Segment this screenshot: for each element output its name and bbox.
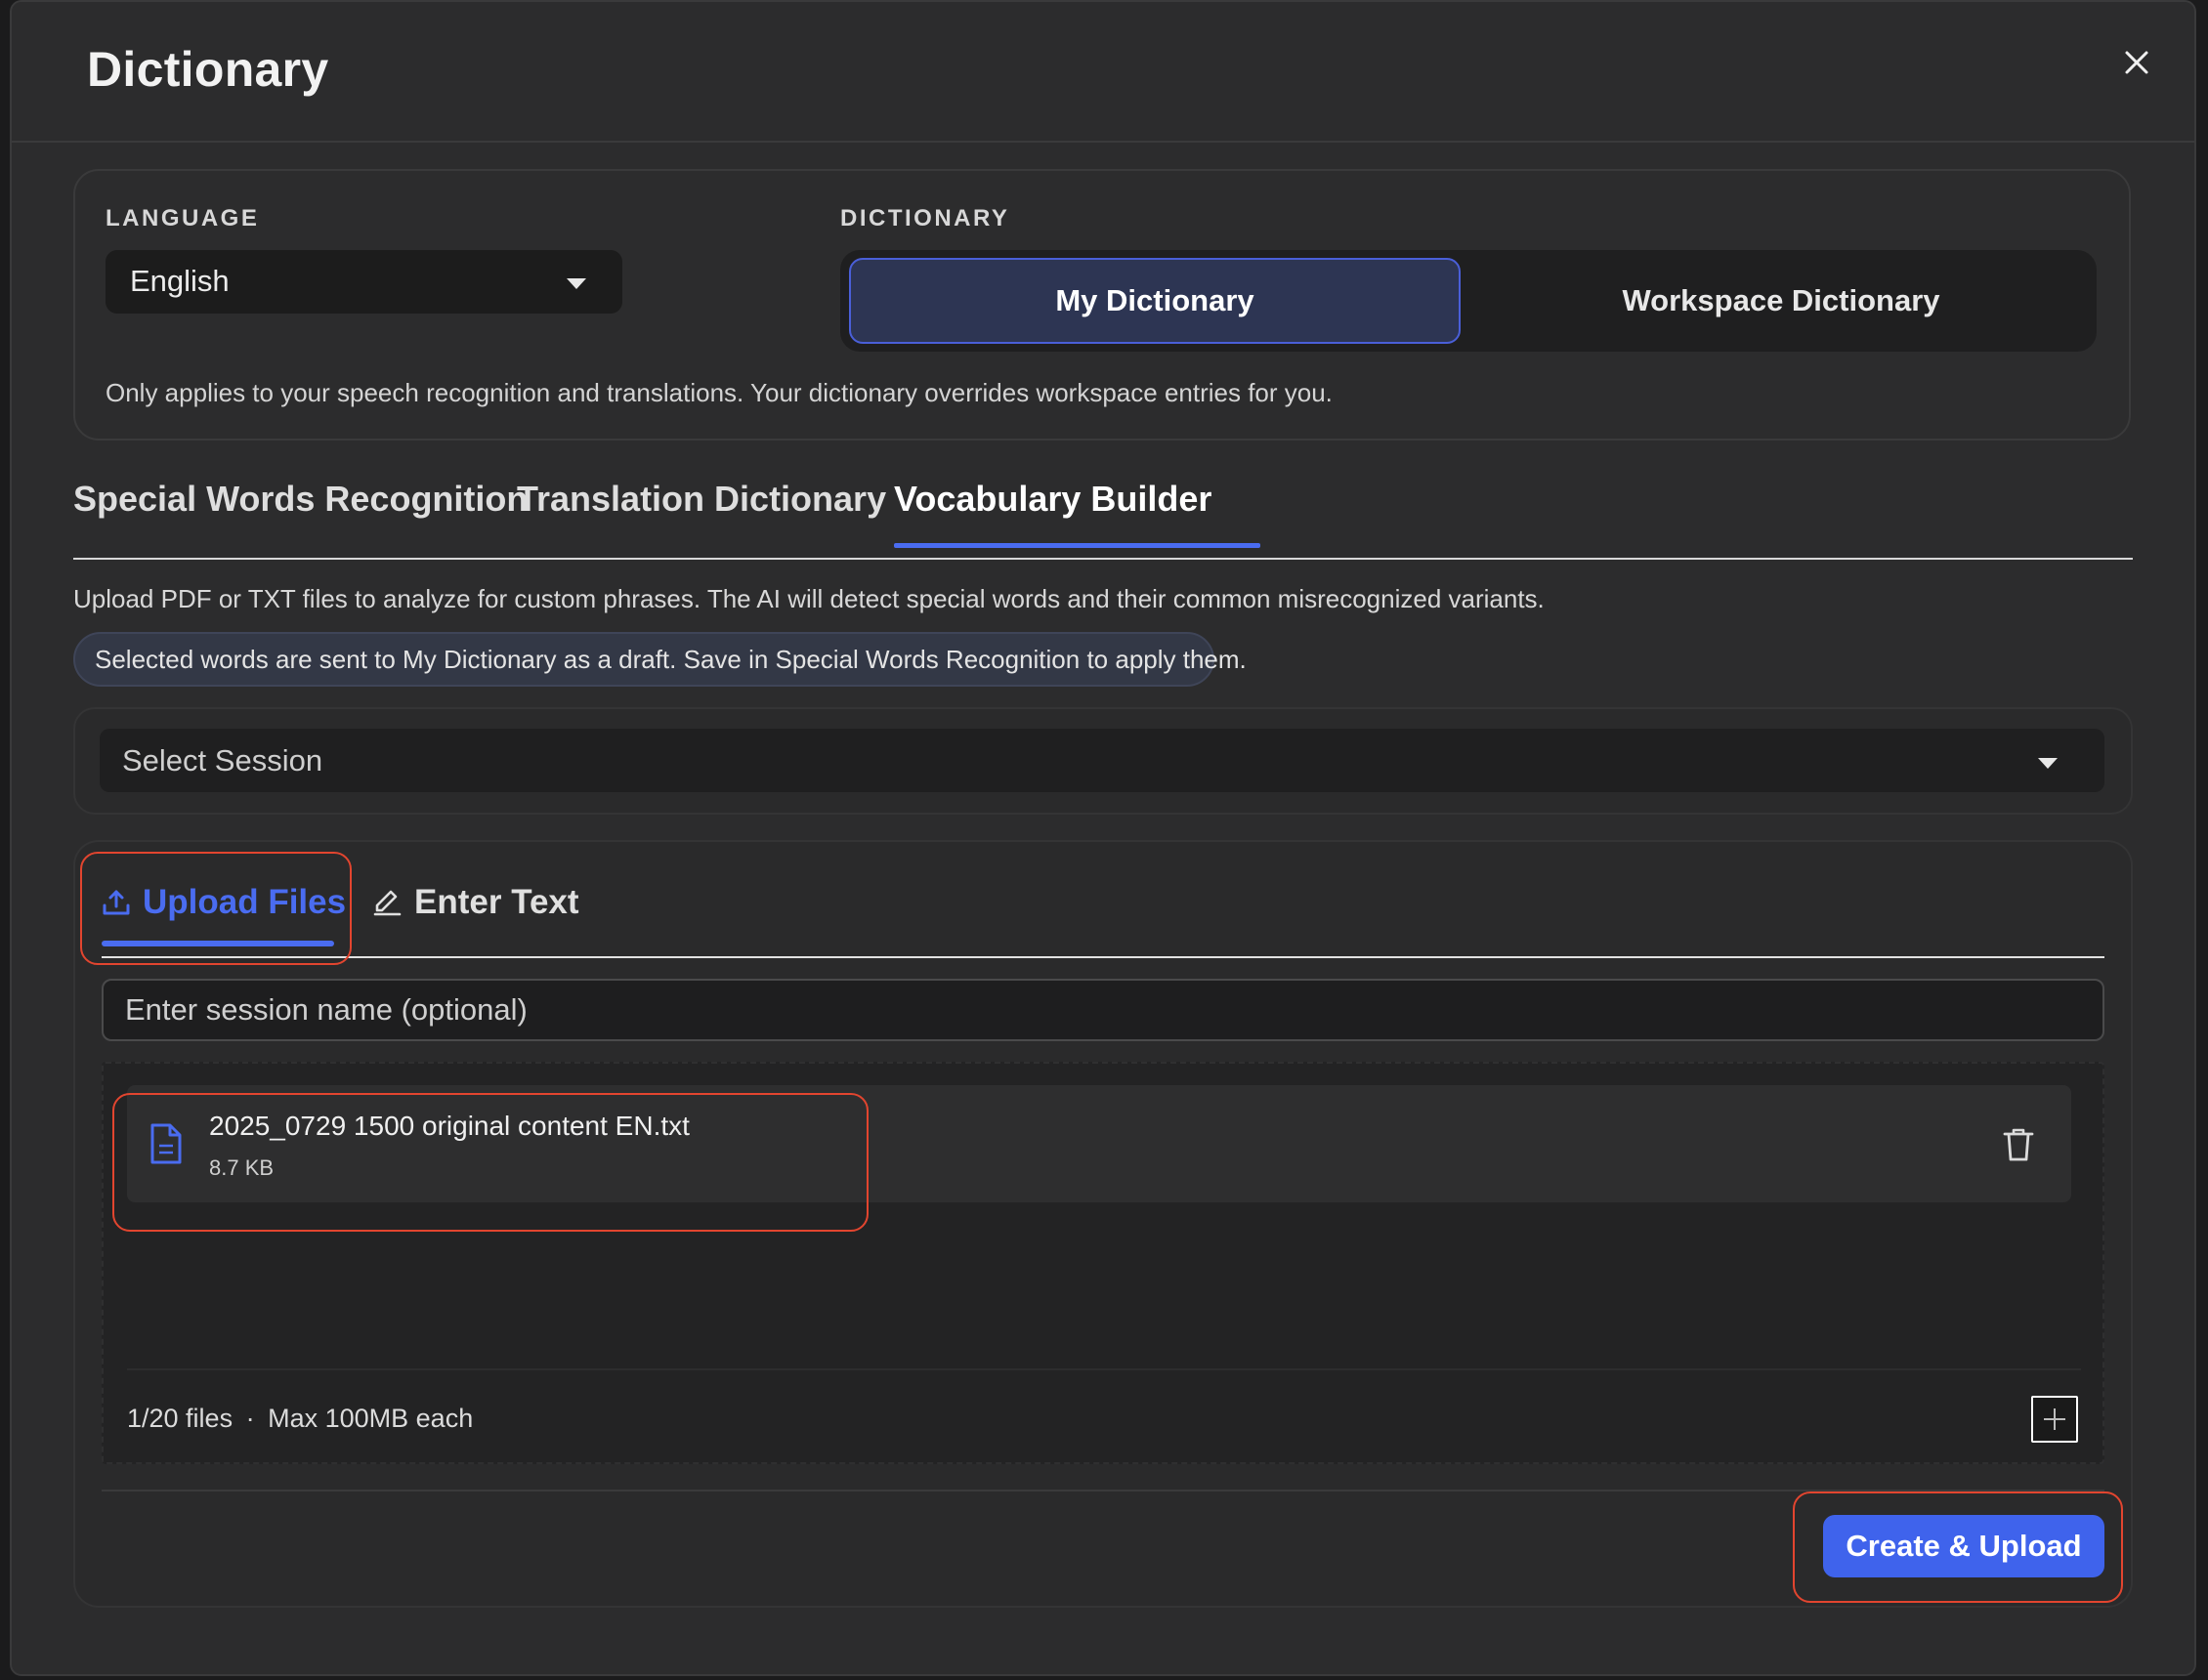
tab-enter-text[interactable]: Enter Text	[371, 877, 579, 928]
document-icon	[149, 1122, 184, 1170]
language-select-value: English	[130, 264, 230, 298]
tab-translation-dictionary[interactable]: Translation Dictionary	[517, 479, 886, 520]
files-count-separator: ·	[245, 1404, 255, 1433]
files-count-value: 1/20 files	[127, 1404, 234, 1433]
tab-enter-text-label: Enter Text	[414, 883, 579, 921]
draft-info-chip: Selected words are sent to My Dictionary…	[73, 632, 1247, 687]
tab-special-words-recognition[interactable]: Special Words Recognition	[73, 479, 528, 520]
dictionary-scope-note: Only applies to your speech recognition …	[106, 378, 1333, 407]
session-name-input[interactable]	[102, 979, 2104, 1041]
my-dictionary-option[interactable]: My Dictionary	[849, 258, 1461, 344]
upload-icon	[102, 888, 131, 917]
chevron-down-icon	[2038, 758, 2058, 769]
tab-vocabulary-builder[interactable]: Vocabulary Builder	[894, 479, 1211, 520]
delete-file-button[interactable]	[2003, 1127, 2034, 1162]
active-subtab-indicator	[102, 941, 334, 946]
session-select-placeholder: Select Session	[122, 743, 323, 777]
trash-icon	[2003, 1128, 2034, 1161]
session-select[interactable]: Select Session	[100, 729, 2104, 792]
close-icon	[2125, 51, 2148, 74]
files-count: 1/20 files · Max 100MB each	[127, 1404, 473, 1434]
file-name: 2025_0729 1500 original content EN.txt	[209, 1111, 690, 1141]
files-size-limit: Max 100MB each	[268, 1404, 474, 1433]
file-list-item	[127, 1085, 2071, 1202]
subtabs-divider	[102, 956, 2104, 958]
tab-upload-files[interactable]: Upload Files	[102, 877, 346, 928]
workspace-dictionary-option[interactable]: Workspace Dictionary	[1473, 258, 2089, 344]
dialog-title: Dictionary	[87, 42, 329, 97]
footer-divider	[102, 1490, 2104, 1491]
plus-icon	[2044, 1408, 2065, 1430]
dialog-header: Dictionary	[12, 2, 2194, 143]
file-size: 8.7 KB	[209, 1155, 275, 1180]
close-button[interactable]	[2117, 43, 2156, 82]
dictionary-label: DICTIONARY	[840, 205, 1010, 231]
dictionary-toggle: My Dictionary Workspace Dictionary	[840, 250, 2097, 352]
language-label: LANGUAGE	[106, 205, 260, 231]
chevron-down-icon	[567, 278, 586, 289]
vocabulary-builder-description: Upload PDF or TXT files to analyze for c…	[73, 584, 1545, 613]
create-and-upload-button[interactable]: Create & Upload	[1823, 1515, 2104, 1577]
pencil-icon	[371, 887, 403, 918]
dictionary-tabs: Special Words Recognition Translation Di…	[73, 469, 2133, 560]
active-tab-indicator	[894, 543, 1260, 548]
language-select[interactable]: English	[106, 250, 622, 314]
tab-upload-files-label: Upload Files	[143, 883, 347, 921]
add-file-button[interactable]	[2031, 1396, 2078, 1443]
dropzone-divider	[127, 1368, 2081, 1370]
